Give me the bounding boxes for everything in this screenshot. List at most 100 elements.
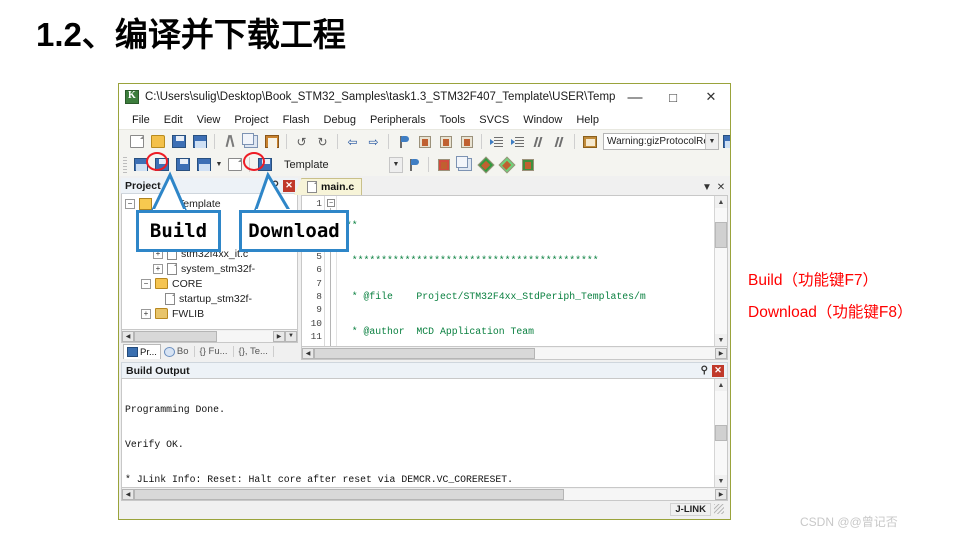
list-item[interactable]: + stm32f4xx_it.c bbox=[153, 246, 297, 261]
menu-file[interactable]: File bbox=[125, 114, 157, 126]
list-item[interactable]: + system_stm32f- bbox=[153, 261, 297, 276]
menu-edit[interactable]: Edit bbox=[157, 114, 190, 126]
build-output-vscrollbar[interactable]: ▲ ▼ bbox=[714, 379, 727, 487]
close-button[interactable]: ✕ bbox=[692, 84, 730, 110]
tab-list-dropdown[interactable]: ▼ bbox=[700, 179, 714, 195]
build-output-body[interactable]: Programming Done. Verify OK. * JLink Inf… bbox=[121, 378, 728, 488]
target-combo-arrow[interactable]: ▼ bbox=[389, 156, 403, 173]
tab-main-c[interactable]: main.c bbox=[293, 178, 363, 195]
open-manual-button[interactable] bbox=[579, 132, 600, 152]
scroll-right-icon[interactable]: ▶ bbox=[273, 330, 285, 342]
resize-grip[interactable] bbox=[714, 504, 724, 514]
outdent-button[interactable] bbox=[507, 132, 528, 152]
scroll-up-icon[interactable]: ▲ bbox=[715, 196, 727, 208]
stop-build-button[interactable] bbox=[224, 155, 245, 175]
scroll-track[interactable] bbox=[314, 347, 715, 359]
chevron-down-icon[interactable]: ▼ bbox=[705, 134, 718, 149]
prev-bookmark-button[interactable] bbox=[414, 132, 435, 152]
target-options-button[interactable] bbox=[403, 155, 424, 175]
editor-hscrollbar[interactable]: ◀ ▶ bbox=[301, 347, 728, 360]
manage-project-items-button[interactable] bbox=[433, 155, 454, 175]
scroll-left-icon[interactable]: ◀ bbox=[122, 330, 134, 342]
open-file-button[interactable] bbox=[147, 132, 168, 152]
expander-icon[interactable]: − bbox=[141, 278, 151, 289]
maximize-button[interactable]: □ bbox=[654, 84, 692, 110]
scroll-thumb[interactable] bbox=[715, 425, 727, 441]
code-editor[interactable]: 1 2 3 4 5 6 7 8 9 10 11 12 − bbox=[301, 195, 728, 347]
manage-run-time-button[interactable] bbox=[475, 155, 496, 175]
download-button[interactable] bbox=[254, 155, 275, 175]
tab-functions[interactable]: {} Fu... bbox=[197, 344, 231, 359]
scroll-right-icon[interactable]: ▶ bbox=[715, 347, 727, 359]
editor-vscrollbar[interactable]: ▲ ▼ bbox=[714, 196, 727, 346]
rebuild-button[interactable] bbox=[172, 155, 193, 175]
menu-help[interactable]: Help bbox=[569, 114, 606, 126]
navigate-forward-button[interactable]: ⇨ bbox=[363, 132, 384, 152]
close-tab-icon[interactable]: ✕ bbox=[714, 179, 728, 195]
toolbar-grip[interactable] bbox=[123, 156, 127, 173]
menu-debug[interactable]: Debug bbox=[317, 114, 363, 126]
menu-flash[interactable]: Flash bbox=[276, 114, 317, 126]
menu-tools[interactable]: Tools bbox=[433, 114, 473, 126]
tree-root-row[interactable]: − ject: Template bbox=[125, 196, 297, 211]
expander-icon[interactable]: + bbox=[141, 308, 151, 319]
scroll-track[interactable] bbox=[134, 330, 273, 342]
fold-toggle-icon[interactable]: − bbox=[327, 199, 335, 207]
expander-icon[interactable]: + bbox=[153, 248, 163, 259]
scroll-up-icon[interactable]: ▲ bbox=[715, 379, 727, 391]
copy-button[interactable] bbox=[240, 132, 261, 152]
scroll-track[interactable] bbox=[715, 208, 727, 334]
select-software-packs-button[interactable] bbox=[496, 155, 517, 175]
pack-installer-button[interactable] bbox=[517, 155, 538, 175]
redo-button[interactable]: ↻ bbox=[312, 132, 333, 152]
scroll-thumb[interactable] bbox=[715, 222, 727, 248]
scroll-down-icon[interactable]: ▼ bbox=[715, 475, 727, 487]
uncomment-button[interactable] bbox=[549, 132, 570, 152]
paste-button[interactable] bbox=[261, 132, 282, 152]
manage-multi-project-button[interactable] bbox=[454, 155, 475, 175]
pin-icon[interactable]: ⚲ bbox=[701, 365, 708, 376]
build-output-hscrollbar[interactable]: ◀ ▶ bbox=[121, 488, 728, 501]
menu-peripherals[interactable]: Peripherals bbox=[363, 114, 433, 126]
scroll-track[interactable] bbox=[715, 391, 727, 475]
save-all-button[interactable] bbox=[189, 132, 210, 152]
translate-button[interactable] bbox=[130, 155, 151, 175]
batch-build-dropdown[interactable]: ▼ bbox=[214, 155, 224, 175]
menu-view[interactable]: View bbox=[190, 114, 228, 126]
indent-button[interactable] bbox=[486, 132, 507, 152]
list-item[interactable]: + FWLIB bbox=[141, 306, 297, 321]
warning-combo[interactable]: Warning:gizProtocolRes ▼ bbox=[603, 133, 719, 150]
code-text[interactable]: /** ************************************… bbox=[337, 196, 714, 346]
tab-project[interactable]: Pr... bbox=[123, 344, 161, 359]
scroll-down-icon[interactable]: ▼ bbox=[715, 334, 727, 346]
scroll-thumb[interactable] bbox=[314, 347, 535, 359]
cut-button[interactable] bbox=[219, 132, 240, 152]
next-bookmark-button[interactable] bbox=[435, 132, 456, 152]
scroll-track[interactable] bbox=[134, 488, 715, 500]
list-item[interactable]: − CORE bbox=[141, 276, 297, 291]
build-button[interactable] bbox=[151, 155, 172, 175]
list-item[interactable]: startup_stm32f- bbox=[165, 291, 297, 306]
insert-bookmark-button[interactable] bbox=[393, 132, 414, 152]
clear-bookmarks-button[interactable] bbox=[456, 132, 477, 152]
minimize-button[interactable]: — bbox=[616, 84, 654, 110]
tab-books[interactable]: Bo bbox=[161, 344, 192, 359]
scroll-thumb[interactable] bbox=[134, 488, 564, 500]
scroll-left-icon[interactable]: ◀ bbox=[302, 347, 314, 359]
new-file-button[interactable] bbox=[126, 132, 147, 152]
scroll-menu-icon[interactable]: ▼ bbox=[285, 330, 297, 342]
menu-svcs[interactable]: SVCS bbox=[472, 114, 516, 126]
batch-build-button[interactable] bbox=[193, 155, 214, 175]
project-tree-hscrollbar[interactable]: ◀ ▶ ▼ bbox=[121, 330, 298, 343]
scroll-thumb[interactable] bbox=[134, 330, 218, 342]
menu-window[interactable]: Window bbox=[516, 114, 569, 126]
project-tree[interactable]: − ject: Template + stm32f4xx_it.c + syst… bbox=[121, 194, 298, 330]
save-button[interactable] bbox=[168, 132, 189, 152]
navigate-back-button[interactable]: ⇦ bbox=[342, 132, 363, 152]
expander-icon[interactable]: + bbox=[153, 263, 163, 274]
pin-icon[interactable]: ⚲ bbox=[272, 180, 279, 191]
configure-button[interactable] bbox=[719, 132, 730, 152]
undo-button[interactable]: ↺ bbox=[291, 132, 312, 152]
target-combo[interactable]: Template bbox=[279, 156, 387, 173]
code-folding-column[interactable]: − bbox=[325, 196, 337, 346]
